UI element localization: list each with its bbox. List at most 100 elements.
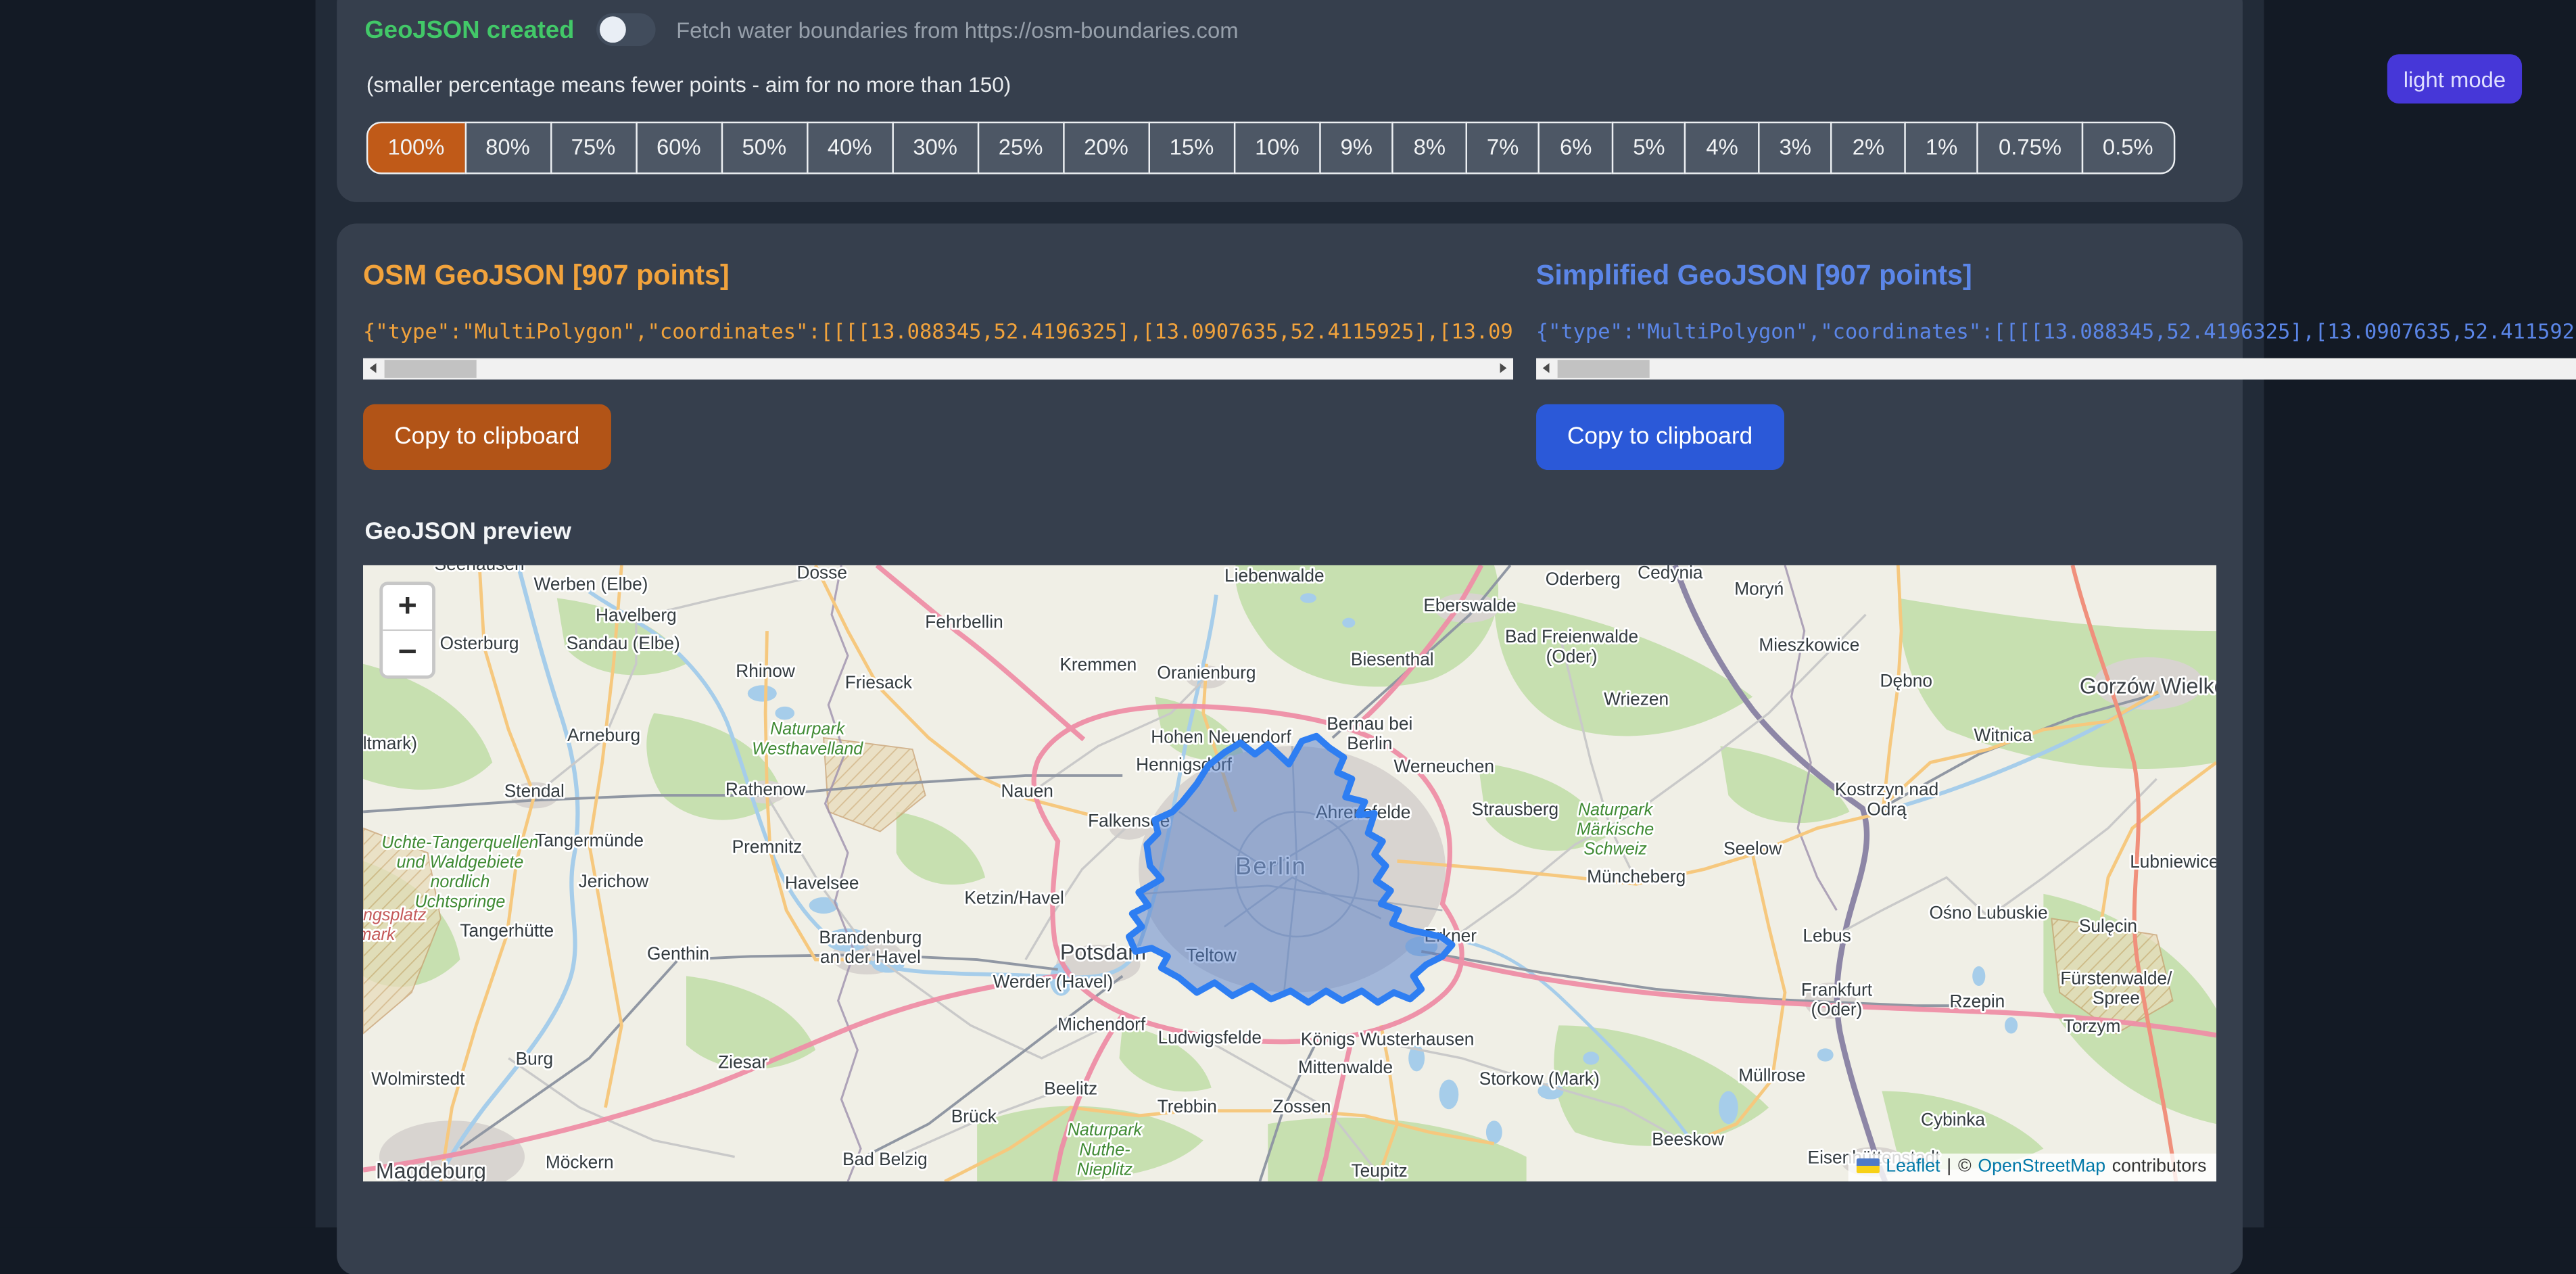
percent-option-50%[interactable]: 50% bbox=[721, 122, 808, 174]
status-row: GeoJSON created Fetch water boundaries f… bbox=[364, 13, 2214, 46]
map-zoom-control: + − bbox=[379, 581, 435, 678]
scrollbar-thumb[interactable] bbox=[1557, 359, 1649, 377]
openstreetmap-link[interactable]: OpenStreetMap bbox=[1978, 1156, 2105, 1176]
map-label: Eberswalde bbox=[1423, 594, 1516, 615]
light-mode-button[interactable]: light mode bbox=[2387, 54, 2522, 103]
percent-option-10%[interactable]: 10% bbox=[1233, 122, 1320, 174]
zoom-out-button[interactable]: − bbox=[383, 630, 432, 675]
map-label: Frankfurt(Oder) bbox=[1801, 978, 1873, 1018]
map-label: Liebenwalde bbox=[1224, 565, 1325, 585]
map-label: Osterburg bbox=[440, 632, 519, 652]
map-label: Dębno bbox=[1880, 669, 1932, 690]
percent-option-1%[interactable]: 1% bbox=[1904, 122, 1979, 174]
status-text: GeoJSON created bbox=[364, 16, 574, 43]
map-label: Kremmen bbox=[1059, 653, 1137, 674]
results-card: OSM GeoJSON [907 points] {"type":"MultiP… bbox=[337, 222, 2243, 1274]
simplified-geojson-title: Simplified GeoJSON [907 points] bbox=[1536, 259, 2576, 292]
map-label: Mieszkowice bbox=[1759, 634, 1859, 654]
zoom-in-button[interactable]: + bbox=[383, 584, 432, 630]
attribution-suffix: contributors bbox=[2112, 1156, 2207, 1176]
percent-option-40%[interactable]: 40% bbox=[806, 122, 893, 174]
map-attribution: Leaflet | © OpenStreetMap contributors bbox=[1848, 1153, 2216, 1181]
percent-option-0.5%[interactable]: 0.5% bbox=[2081, 122, 2174, 174]
map-label: Premnitz bbox=[732, 836, 803, 856]
percent-option-6%[interactable]: 6% bbox=[1538, 122, 1613, 174]
map-label: Werder (Havel) bbox=[993, 970, 1114, 991]
map-label: Cybinka bbox=[1921, 1108, 1985, 1129]
percent-option-15%[interactable]: 15% bbox=[1148, 122, 1235, 174]
map-label: Tangerhütte bbox=[460, 920, 554, 940]
osm-horizontal-scrollbar[interactable] bbox=[363, 358, 1513, 379]
map-label: Ośno Lubuskie bbox=[1929, 901, 2047, 922]
map-label: Ludwigsfelde bbox=[1158, 1027, 1262, 1047]
percent-option-75%[interactable]: 75% bbox=[550, 122, 637, 174]
map-label: Bad Belzig bbox=[842, 1148, 928, 1168]
map-label: Zossen bbox=[1272, 1095, 1331, 1116]
simplified-horizontal-scrollbar[interactable] bbox=[1536, 358, 2576, 379]
map-label: Storkow (Mark) bbox=[1479, 1067, 1600, 1087]
map-label: Nauen bbox=[1001, 780, 1053, 800]
content-wrapper: GeoJSON created Fetch water boundaries f… bbox=[316, 0, 2264, 1227]
percent-option-80%[interactable]: 80% bbox=[464, 122, 552, 174]
toggle-knob-icon bbox=[599, 16, 625, 43]
ukraine-flag-icon bbox=[1857, 1158, 1880, 1173]
map-label: Königs Wusterhausen bbox=[1301, 1028, 1475, 1048]
map-label: Strausberg bbox=[1472, 798, 1559, 818]
percent-option-0.75%[interactable]: 0.75% bbox=[1977, 122, 2082, 174]
map-label: Trebbin bbox=[1158, 1095, 1217, 1116]
percent-option-3%[interactable]: 3% bbox=[1758, 122, 1833, 174]
app-root: light mode GeoJSON created Fetch water b… bbox=[0, 0, 2576, 1227]
osm-geojson-panel: OSM GeoJSON [907 points] {"type":"MultiP… bbox=[363, 229, 1513, 469]
map-label: Rhinow bbox=[736, 660, 795, 680]
percent-option-100%[interactable]: 100% bbox=[366, 122, 466, 174]
map-label: Lubniewice bbox=[2130, 851, 2216, 871]
map-label: Seehausen bbox=[435, 565, 525, 573]
map-label: Friesack bbox=[845, 671, 913, 692]
copy-simplified-button[interactable]: Copy to clipboard bbox=[1536, 404, 1784, 469]
map-label: Havelsee bbox=[785, 872, 859, 892]
map-label: Möckern bbox=[546, 1151, 614, 1171]
percent-option-7%[interactable]: 7% bbox=[1465, 122, 1540, 174]
map-label: Wriezen bbox=[1604, 688, 1669, 708]
map-label: Stendal bbox=[504, 780, 565, 800]
map-label: Tangermünde bbox=[535, 829, 644, 849]
scroll-left-icon[interactable] bbox=[363, 358, 383, 379]
map-label: Brandenburgan der Havel bbox=[819, 926, 922, 966]
scroll-left-icon[interactable] bbox=[1536, 358, 1556, 379]
percent-option-30%[interactable]: 30% bbox=[892, 122, 979, 174]
map[interactable]: SeehausenWerben (Elbe)HavelbergDosseFehr… bbox=[363, 565, 2216, 1181]
map-label: Seelow bbox=[1723, 837, 1782, 857]
percent-option-4%[interactable]: 4% bbox=[1685, 122, 1760, 174]
map-label: Gorzów Wielkopolski bbox=[2080, 673, 2216, 697]
scroll-right-icon[interactable] bbox=[1494, 358, 1513, 379]
map-label: Müncheberg bbox=[1587, 865, 1686, 885]
map-label: Cedynia bbox=[1638, 565, 1703, 582]
map-label: Beelitz bbox=[1044, 1077, 1097, 1098]
map-label: NaturparkMärkischeSchweiz bbox=[1577, 799, 1654, 858]
map-label: Rathenow bbox=[725, 778, 806, 799]
map-label: Arneburg bbox=[567, 724, 640, 745]
map-label: Rzepin bbox=[1949, 990, 2005, 1010]
percent-option-60%[interactable]: 60% bbox=[635, 122, 722, 174]
water-boundaries-toggle[interactable] bbox=[596, 13, 654, 46]
map-label: Witnica bbox=[1974, 724, 2032, 745]
map-canvas: SeehausenWerben (Elbe)HavelbergDosseFehr… bbox=[363, 565, 2216, 1181]
percent-option-20%[interactable]: 20% bbox=[1063, 122, 1150, 174]
map-label: Mittenwalde bbox=[1298, 1056, 1393, 1076]
map-label: Moryń bbox=[1734, 577, 1784, 598]
map-label: Müllrose bbox=[1738, 1064, 1805, 1085]
map-label: Michendorf bbox=[1057, 1013, 1146, 1033]
leaflet-link[interactable]: Leaflet bbox=[1886, 1156, 1940, 1176]
percent-option-8%[interactable]: 8% bbox=[1392, 122, 1467, 174]
map-label: Brück bbox=[951, 1105, 997, 1125]
copy-osm-button[interactable]: Copy to clipboard bbox=[363, 404, 611, 469]
map-label: Beeskow bbox=[1652, 1128, 1724, 1148]
percent-option-9%[interactable]: 9% bbox=[1319, 122, 1394, 174]
map-label: Oranienburg bbox=[1157, 661, 1256, 682]
scrollbar-thumb[interactable] bbox=[385, 359, 477, 377]
osm-geojson-text: {"type":"MultiPolygon","coordinates":[[[… bbox=[363, 318, 1513, 346]
map-label: Biesenthal bbox=[1351, 648, 1434, 669]
percent-option-25%[interactable]: 25% bbox=[977, 122, 1064, 174]
percent-option-2%[interactable]: 2% bbox=[1831, 122, 1906, 174]
percent-option-5%[interactable]: 5% bbox=[1612, 122, 1687, 174]
